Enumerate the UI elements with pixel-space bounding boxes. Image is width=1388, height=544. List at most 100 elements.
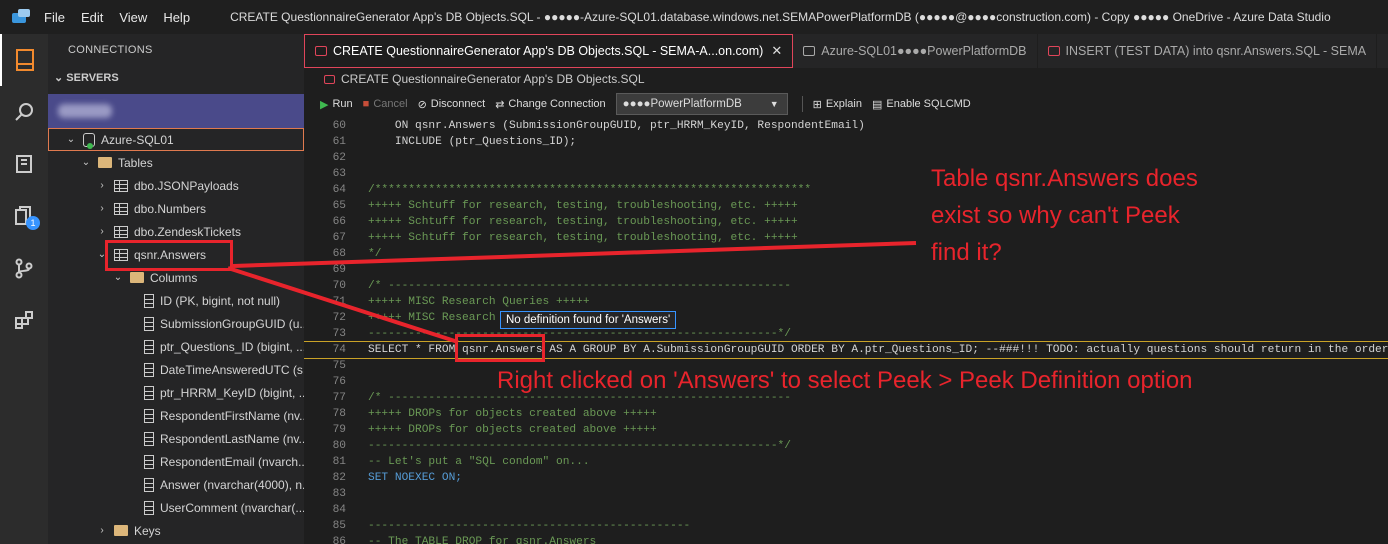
code-line[interactable]: 82 SET NOEXEC ON; bbox=[304, 470, 1388, 486]
code-line[interactable]: 70 /* -----------------------------------… bbox=[304, 278, 1388, 294]
line-number: 80 bbox=[332, 440, 346, 452]
run-button[interactable]: ▶ Run bbox=[320, 98, 353, 111]
column-row[interactable]: ID (PK, bigint, not null) bbox=[48, 289, 304, 312]
server-group-row[interactable] bbox=[48, 94, 304, 128]
tab-label: INSERT (TEST DATA) into qsnr.Answers.SQL… bbox=[1065, 44, 1367, 58]
enable-sqlcmd-label: Enable SQLCMD bbox=[886, 98, 971, 110]
column-row[interactable]: RespondentEmail (nvarch... bbox=[48, 450, 304, 473]
code-line[interactable]: 68 */ bbox=[304, 246, 1388, 262]
disconnect-button[interactable]: ⊘ Disconnect bbox=[418, 98, 486, 111]
tab-insert-test-data[interactable]: INSERT (TEST DATA) into qsnr.Answers.SQL… bbox=[1038, 34, 1378, 68]
server-azure-sql01[interactable]: ⌄ Azure-SQL01 bbox=[48, 128, 304, 151]
sql-file-icon bbox=[324, 74, 335, 84]
column-row[interactable]: RespondentFirstName (nv... bbox=[48, 404, 304, 427]
chevron-down-icon: ▼ bbox=[769, 99, 779, 109]
menu-file[interactable]: File bbox=[44, 10, 65, 25]
column-row[interactable]: UserComment (nvarchar(... bbox=[48, 496, 304, 519]
code-line[interactable]: 85 --------------------------------------… bbox=[304, 518, 1388, 534]
code-text: +++++ Schtuff for research, testing, tro… bbox=[368, 200, 798, 212]
cancel-label: Cancel bbox=[373, 98, 408, 110]
line-number: 64 bbox=[332, 184, 346, 196]
column-label: ID (PK, bigint, not null) bbox=[160, 293, 281, 308]
extensions-icon[interactable] bbox=[0, 294, 48, 346]
code-line[interactable]: 65 +++++ Schtuff for research, testing, t… bbox=[304, 198, 1388, 214]
change-connection-button[interactable]: ⇄ Change Connection bbox=[495, 98, 605, 111]
code-line[interactable]: 79 +++++ DROPs for objects created above … bbox=[304, 422, 1388, 438]
column-icon bbox=[144, 316, 154, 331]
change-connection-icon: ⇄ bbox=[495, 98, 505, 111]
column-row[interactable]: ptr_Questions_ID (bigint, ... bbox=[48, 335, 304, 358]
cancel-button[interactable]: ■ Cancel bbox=[363, 98, 408, 110]
column-row[interactable]: DateTimeAnsweredUTC (s... bbox=[48, 358, 304, 381]
code-line[interactable]: 64 /*************************************… bbox=[304, 182, 1388, 198]
line-number: 84 bbox=[332, 504, 346, 516]
menu-view[interactable]: View bbox=[119, 10, 147, 25]
code-line[interactable]: 81 -- Let's put a "SQL condom" on... bbox=[304, 454, 1388, 470]
code-line[interactable]: 66 +++++ Schtuff for research, testing, t… bbox=[304, 214, 1388, 230]
code-text: +++++ DROPs for objects created above ++… bbox=[368, 424, 657, 436]
annotation-question-line: Table qsnr.Answers does bbox=[931, 165, 1198, 192]
breadcrumb[interactable]: CREATE QuestionnaireGenerator App's DB O… bbox=[304, 68, 1388, 90]
annotation-question-line: exist so why can't Peek bbox=[931, 202, 1180, 229]
table-row[interactable]: › dbo.Numbers bbox=[48, 197, 304, 220]
code-line[interactable]: 83 bbox=[304, 486, 1388, 502]
tab-create-script[interactable]: CREATE QuestionnaireGenerator App's DB O… bbox=[304, 34, 794, 68]
code-line[interactable]: 78 +++++ DROPs for objects created above … bbox=[304, 406, 1388, 422]
code-line[interactable]: 61 INCLUDE (ptr_Questions_ID); bbox=[304, 134, 1388, 150]
tables-folder[interactable]: ⌄ Tables bbox=[48, 151, 304, 174]
table-row[interactable]: › dbo.JSONPayloads bbox=[48, 174, 304, 197]
sidebar-header: CONNECTIONS bbox=[68, 44, 153, 56]
explain-button[interactable]: ⊞ Explain bbox=[813, 98, 862, 111]
column-icon bbox=[144, 477, 154, 492]
enable-sqlcmd-button[interactable]: ▤ Enable SQLCMD bbox=[872, 98, 971, 111]
chevron-down-icon: ⌄ bbox=[54, 72, 67, 84]
code-line[interactable]: 63 bbox=[304, 166, 1388, 182]
code-text: ----------------------------------------… bbox=[368, 440, 791, 452]
code-line[interactable]: 86 -- The TABLE DROP for qsnr.Answers bbox=[304, 534, 1388, 544]
connections-icon[interactable] bbox=[0, 34, 48, 86]
tab-database[interactable]: Azure-SQL01●●●●PowerPlatformDB bbox=[793, 34, 1038, 68]
menu-help[interactable]: Help bbox=[163, 10, 190, 25]
line-number: 82 bbox=[332, 472, 346, 484]
code-text: -- The TABLE DROP for qsnr.Answers bbox=[368, 536, 597, 544]
code-line[interactable]: 67 +++++ Schtuff for research, testing, t… bbox=[304, 230, 1388, 246]
column-row[interactable]: ptr_HRRM_KeyID (bigint, ... bbox=[48, 381, 304, 404]
play-icon: ▶ bbox=[320, 98, 329, 111]
source-control-icon[interactable] bbox=[0, 242, 48, 294]
code-line[interactable]: 62 bbox=[304, 150, 1388, 166]
line-number: 81 bbox=[332, 456, 346, 468]
code-line[interactable]: 71 +++++ MISC Research Queries +++++ bbox=[304, 294, 1388, 310]
column-row[interactable]: RespondentLastName (nv... bbox=[48, 427, 304, 450]
change-connection-label: Change Connection bbox=[508, 98, 606, 110]
sql-file-icon bbox=[315, 46, 327, 56]
code-line[interactable]: 84 bbox=[304, 502, 1388, 518]
column-label: Answer (nvarchar(4000), n... bbox=[160, 477, 304, 492]
column-icon bbox=[144, 431, 154, 446]
activity-bar: 1 bbox=[0, 34, 48, 544]
notebooks-icon[interactable] bbox=[0, 138, 48, 190]
code-line[interactable]: 72 +++++ MISC Research bbox=[304, 310, 1388, 326]
column-row[interactable]: SubmissionGroupGUID (u... bbox=[48, 312, 304, 335]
column-row[interactable]: Answer (nvarchar(4000), n... bbox=[48, 473, 304, 496]
code-line[interactable]: 80 --------------------------------------… bbox=[304, 438, 1388, 454]
close-icon[interactable]: ✕ bbox=[771, 43, 782, 59]
code-text: SET NOEXEC ON; bbox=[368, 472, 462, 484]
folder-icon bbox=[114, 525, 128, 536]
redacted-server-group bbox=[58, 104, 112, 118]
code-editor[interactable]: 60 ON qsnr.Answers (SubmissionGroupGUID,… bbox=[304, 118, 1388, 544]
column-icon bbox=[144, 408, 154, 423]
code-line[interactable]: 69 bbox=[304, 262, 1388, 278]
annotation-action: Right clicked on 'Answers' to select Pee… bbox=[497, 367, 1193, 394]
database-dropdown[interactable]: ●●●●PowerPlatformDB ▼ bbox=[615, 93, 788, 115]
menu-edit[interactable]: Edit bbox=[81, 10, 103, 25]
explorer-icon[interactable]: 1 bbox=[0, 190, 48, 242]
line-number: 77 bbox=[332, 392, 346, 404]
column-label: RespondentEmail (nvarch... bbox=[160, 454, 304, 469]
search-icon[interactable] bbox=[0, 86, 48, 138]
code-line[interactable]: 60 ON qsnr.Answers (SubmissionGroupGUID,… bbox=[304, 118, 1388, 134]
chevron-right-icon: › bbox=[100, 180, 104, 191]
keys-folder[interactable]: › Keys bbox=[48, 519, 304, 542]
servers-section-label: SERVERS bbox=[66, 72, 119, 84]
servers-section[interactable]: ⌄ SERVERS bbox=[48, 66, 304, 90]
